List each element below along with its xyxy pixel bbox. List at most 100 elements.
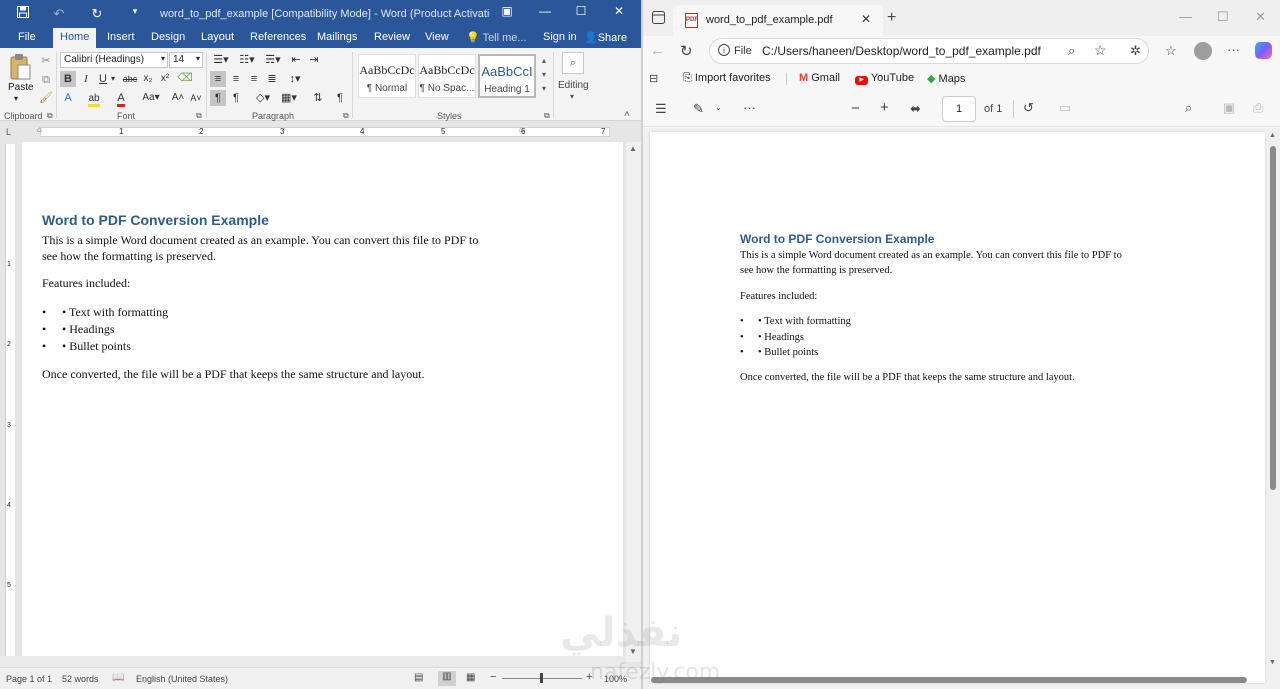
align-right-icon[interactable]: ≡ xyxy=(246,71,262,87)
web-layout-icon[interactable]: ▦ xyxy=(466,672,475,683)
sign-in-link[interactable]: Sign in xyxy=(543,31,577,43)
new-tab-icon[interactable]: + xyxy=(887,9,896,27)
page-count[interactable]: Page 1 of 1 xyxy=(6,674,52,684)
indent-marker-icon[interactable]: ⌂ xyxy=(37,125,42,134)
highlight-icon[interactable]: ab xyxy=(86,90,102,107)
close-button[interactable]: ✕ xyxy=(604,4,634,18)
print-icon[interactable]: ⎙ xyxy=(1253,100,1263,116)
borders-icon[interactable]: ▦▾ xyxy=(278,90,300,106)
clipboard-launcher-icon[interactable]: ⧉ xyxy=(47,111,53,121)
undo-icon[interactable]: ↶ xyxy=(50,6,68,22)
tab-design[interactable]: Design xyxy=(151,31,185,43)
word-horizontal-scrollbar[interactable] xyxy=(0,656,626,666)
numbering-icon[interactable]: ☷▾ xyxy=(236,52,258,68)
style-no-spacing[interactable]: AaBbCcDc ¶ No Spac... xyxy=(418,54,476,98)
show-formatting-icon[interactable]: ¶ xyxy=(332,90,348,106)
paragraph-launcher-icon[interactable]: ⧉ xyxy=(343,111,349,121)
maximize-button[interactable]: ☐ xyxy=(1217,9,1229,25)
favorites-icon[interactable]: ☆ xyxy=(1165,43,1177,59)
pdf-viewer[interactable]: Word to PDF Conversion Example This is a… xyxy=(643,128,1280,689)
grow-font-icon[interactable]: A˄ xyxy=(170,90,186,106)
youtube-link[interactable]: ▶ YouTube xyxy=(855,72,914,85)
font-launcher-icon[interactable]: ⧉ xyxy=(196,111,202,121)
pdf-vertical-scrollbar[interactable]: ▲ ▼ xyxy=(1267,132,1279,672)
text-effects-icon[interactable]: A xyxy=(60,90,76,106)
read-mode-icon[interactable]: ▤ xyxy=(414,672,423,683)
tab-file[interactable]: File xyxy=(18,31,36,43)
info-icon[interactable]: i xyxy=(718,44,730,56)
align-center-icon[interactable]: ≡ xyxy=(228,71,244,87)
tab-view[interactable]: View xyxy=(425,31,449,43)
rtl-direction-icon[interactable]: ¶ xyxy=(228,90,244,106)
superscript-icon[interactable]: x² xyxy=(157,71,173,87)
italic-icon[interactable]: I xyxy=(78,71,94,87)
maximize-button[interactable]: ☐ xyxy=(566,4,596,18)
tab-insert[interactable]: Insert xyxy=(107,31,135,43)
word-count[interactable]: 52 words xyxy=(62,674,99,684)
save-icon[interactable]: ▣ xyxy=(1223,100,1235,116)
paste-button[interactable]: Paste xyxy=(8,82,34,93)
pdf-horizontal-scrollbar[interactable] xyxy=(651,677,1247,683)
tab-mailings[interactable]: Mailings xyxy=(317,31,357,43)
bullets-icon[interactable]: ☰▾ xyxy=(210,52,232,68)
word-vertical-scrollbar[interactable]: ▲ ▼ xyxy=(626,142,641,662)
clear-formatting-icon[interactable]: ⌫ xyxy=(177,70,193,86)
close-tab-icon[interactable]: ✕ xyxy=(861,12,871,26)
more-menu-icon[interactable]: ··· xyxy=(1227,42,1240,57)
refresh-icon[interactable]: ↻ xyxy=(680,42,693,60)
pdf-page[interactable]: Word to PDF Conversion Example This is a… xyxy=(650,132,1265,683)
print-layout-icon[interactable]: ▥ xyxy=(438,671,456,686)
browser-tab[interactable]: PDF word_to_pdf_example.pdf ✕ xyxy=(673,5,883,36)
avatar[interactable] xyxy=(1194,42,1212,60)
minimize-button[interactable]: — xyxy=(1179,9,1192,24)
decrease-indent-icon[interactable]: ⇤ xyxy=(288,52,304,68)
copy-icon[interactable]: ⧉ xyxy=(38,72,54,88)
justify-icon[interactable]: ≣ xyxy=(264,71,280,87)
address-url[interactable]: C:/Users/haneen/Desktop/word_to_pdf_exam… xyxy=(762,44,1041,58)
minimize-button[interactable]: — xyxy=(530,4,560,18)
customize-quick-access-icon[interactable]: ▾ xyxy=(126,6,144,17)
paste-icon[interactable] xyxy=(8,53,34,83)
increase-indent-icon[interactable]: ⇥ xyxy=(306,52,322,68)
redo-icon[interactable]: ↻ xyxy=(88,6,106,22)
search-icon[interactable]: ⌕ xyxy=(1185,100,1192,116)
collections-icon[interactable]: ⊟ xyxy=(649,72,658,85)
proofing-icon[interactable]: 📖 xyxy=(112,672,124,683)
fit-to-page-icon[interactable]: ⬌ xyxy=(910,101,921,117)
collapse-ribbon-icon[interactable]: ˄ xyxy=(624,109,630,120)
scroll-down-icon[interactable]: ▼ xyxy=(1269,659,1276,666)
scrollbar-thumb[interactable] xyxy=(1270,146,1276,490)
contents-icon[interactable]: ☰ xyxy=(655,101,667,117)
favorite-star-icon[interactable]: ☆ xyxy=(1094,42,1107,59)
chevron-down-icon[interactable]: ▾ xyxy=(570,92,574,101)
close-button[interactable]: ✕ xyxy=(1255,9,1266,25)
shrink-font-icon[interactable]: A˅ xyxy=(188,90,204,106)
address-bar[interactable]: i File C:/Users/haneen/Desktop/word_to_p… xyxy=(709,38,1149,64)
extensions-icon[interactable]: ✲ xyxy=(1130,43,1141,59)
language-indicator[interactable]: English (United States) xyxy=(136,674,228,684)
search-icon[interactable]: ⌕ xyxy=(562,52,584,74)
gmail-link[interactable]: M Gmail xyxy=(799,72,840,84)
ltr-direction-icon[interactable]: ¶ xyxy=(210,90,226,106)
import-favorites-link[interactable]: ⎘ Import favorites xyxy=(683,72,771,85)
font-name-combo[interactable]: Calibri (Headings) ▾ xyxy=(60,52,168,68)
share-button[interactable]: 👤Share xyxy=(584,31,627,44)
chevron-down-icon[interactable]: ⌄ xyxy=(715,103,722,112)
zoom-icon[interactable]: ⌕ xyxy=(1068,43,1075,59)
scroll-up-icon[interactable]: ▲ xyxy=(629,144,637,153)
style-heading-1[interactable]: AaBbCcI Heading 1 xyxy=(478,54,536,98)
ribbon-display-icon[interactable]: ▣ xyxy=(492,4,522,18)
style-normal[interactable]: AaBbCcDc ¶ Normal xyxy=(358,54,416,98)
bold-icon[interactable]: B xyxy=(60,71,76,87)
save-icon[interactable] xyxy=(14,6,32,21)
line-spacing-icon[interactable]: ↕▾ xyxy=(284,71,306,87)
tab-review[interactable]: Review xyxy=(374,31,410,43)
horizontal-ruler[interactable]: L ⌂ ⌂ 1 2 3 4 5 6 7 xyxy=(0,122,641,142)
format-painter-icon[interactable]: 🖌 xyxy=(38,90,54,106)
subscript-icon[interactable]: x₂ xyxy=(140,71,156,87)
tab-layout[interactable]: Layout xyxy=(201,31,234,43)
vertical-ruler[interactable]: 1 2 3 4 5 xyxy=(0,142,20,662)
paste-dropdown-icon[interactable]: ▾ xyxy=(14,94,18,103)
sort-icon[interactable]: ⇅ xyxy=(310,90,326,106)
tab-home[interactable]: Home xyxy=(53,28,97,48)
